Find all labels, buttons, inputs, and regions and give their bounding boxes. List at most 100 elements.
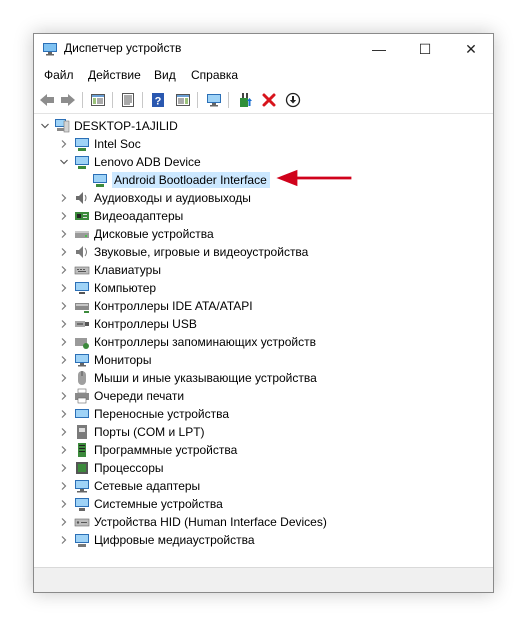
status-bar [34,567,493,592]
tree-item-label: Android Bootloader Interface [112,172,270,188]
tree-item-usb-controllers[interactable]: Контроллеры USB [74,315,197,333]
expand-chevron-icon[interactable] [59,247,69,257]
expand-chevron-icon[interactable] [59,283,69,293]
expand-chevron-icon[interactable] [59,391,69,401]
expand-chevron-icon[interactable] [59,463,69,473]
tree-item-monitors[interactable]: Мониторы [74,351,151,369]
expand-chevron-icon[interactable] [59,193,69,203]
device-device-icon [92,172,112,188]
tree-item-portable-devices[interactable]: Переносные устройства [74,405,229,423]
expand-chevron-icon[interactable] [59,337,69,347]
expand-chevron-icon[interactable] [59,409,69,419]
menu-file[interactable]: Файл [44,68,74,82]
tree-item-label: Процессоры [94,461,164,475]
device-pc-icon [74,280,94,296]
tree-item-keyboards[interactable]: Клавиатуры [74,261,161,279]
device-port-icon [74,424,94,440]
tree-item-network-adapters[interactable]: Сетевые адаптеры [74,477,200,495]
show-hide-tree-icon[interactable] [89,91,107,109]
tree-item-label: Цифровые медиаустройства [94,533,255,547]
tree-item-label: Мониторы [94,353,152,367]
collapse-chevron-icon[interactable] [59,157,69,167]
tree-item-label: Переносные устройства [94,407,230,421]
expand-chevron-icon[interactable] [59,319,69,329]
tree-item-label: Клавиатуры [94,263,161,277]
tree-item-lenovo-adb-device[interactable]: Lenovo ADB Device [74,153,201,171]
device-mouse-icon [74,370,94,386]
expand-chevron-icon[interactable] [59,229,69,239]
back-icon[interactable] [38,91,56,109]
tree-item-label: Системные устройства [94,497,223,511]
tree-item-label: Контроллеры IDE ATA/ATAPI [94,299,253,313]
help-icon[interactable]: ? [149,91,167,109]
close-button[interactable]: ✕ [448,34,494,64]
tree-item-system-devices[interactable]: Системные устройства [74,495,223,513]
tree-item-sound-game-video[interactable]: Звуковые, игровые и видеоустройства [74,243,308,261]
update-driver-icon[interactable] [236,91,254,109]
tree-item-software-devices[interactable]: Программные устройства [74,441,237,459]
device-cpu-icon [74,460,94,476]
tree-item-intel-soc[interactable]: Intel Soc [74,135,141,153]
expand-chevron-icon[interactable] [59,535,69,545]
expand-chevron-icon[interactable] [59,499,69,509]
tree-item-ide-controllers[interactable]: Контроллеры IDE ATA/ATAPI [74,297,253,315]
expand-chevron-icon[interactable] [59,355,69,365]
maximize-button[interactable]: ☐ [402,34,448,64]
toolbar: ? [34,87,493,114]
tree-item-label: DESKTOP-1AJILID [74,119,178,133]
collapse-chevron-icon[interactable] [40,121,50,131]
device-keyboard-icon [74,262,94,278]
toolbar-separator [112,92,113,108]
tree-item-computer[interactable]: Компьютер [74,279,156,297]
tree-item-label: Звуковые, игровые и видеоустройства [94,245,309,259]
device-printer-icon [74,388,94,404]
expand-chevron-icon[interactable] [59,373,69,383]
expand-chevron-icon[interactable] [59,301,69,311]
expand-chevron-icon[interactable] [59,481,69,491]
expand-chevron-icon[interactable] [59,265,69,275]
tree-item-print-queues[interactable]: Очереди печати [74,387,184,405]
uninstall-icon[interactable] [260,91,278,109]
tree-item-ports[interactable]: Порты (COM и LPT) [74,423,205,441]
device-storage-icon [74,334,94,350]
tree-item-disk-drives[interactable]: Дисковые устройства [74,225,214,243]
tree-item-storage-controllers[interactable]: Контроллеры запоминающих устройств [74,333,316,351]
tree-item-android-bootloader-interface[interactable]: Android Bootloader Interface [92,171,270,189]
menu-action[interactable]: Действие [88,68,141,82]
tree-root-computer[interactable]: DESKTOP-1AJILID [54,117,178,135]
tree-item-label: Аудиовходы и аудиовыходы [94,191,251,205]
device-manager-app-icon [43,43,57,56]
tree-item-processors[interactable]: Процессоры [74,459,164,477]
tree-item-label: Порты (COM и LPT) [94,425,205,439]
forward-icon[interactable] [59,91,77,109]
device-device-icon [74,136,94,152]
toolbar-separator [82,92,83,108]
minimize-button[interactable]: — [356,34,402,64]
device-ide-icon [74,298,94,314]
menu-help[interactable]: Справка [191,68,238,82]
tree-item-label: Очереди печати [94,389,185,403]
monitor-icon[interactable] [205,91,223,109]
device-hid-icon [74,514,94,530]
tree-item-label: Сетевые адаптеры [94,479,201,493]
expand-chevron-icon[interactable] [59,211,69,221]
tree-item-hid-devices[interactable]: Устройства HID (Human Interface Devices) [74,513,327,531]
tree-item-label: Видеоадаптеры [94,209,184,223]
download-icon[interactable] [284,91,302,109]
window-title: Диспетчер устройств [64,41,182,55]
properties-icon[interactable] [119,91,137,109]
tree-item-digital-media-devices[interactable]: Цифровые медиаустройства [74,531,255,549]
expand-chevron-icon[interactable] [59,427,69,437]
action-pane-icon[interactable] [174,91,192,109]
tree-item-mice[interactable]: Мыши и иные указывающие устройства [74,369,317,387]
tree-item-video-adapters[interactable]: Видеоадаптеры [74,207,183,225]
tree-item-label: Контроллеры USB [94,317,197,331]
tree-item-label: Программные устройства [94,443,238,457]
expand-chevron-icon[interactable] [59,139,69,149]
menu-view[interactable]: Вид [154,68,176,82]
title-bar[interactable]: Диспетчер устройств — ☐ ✕ [34,34,493,64]
svg-text:?: ? [155,96,162,108]
tree-item-audio-inputs-outputs[interactable]: Аудиовходы и аудиовыходы [74,189,251,207]
expand-chevron-icon[interactable] [59,445,69,455]
expand-chevron-icon[interactable] [59,517,69,527]
